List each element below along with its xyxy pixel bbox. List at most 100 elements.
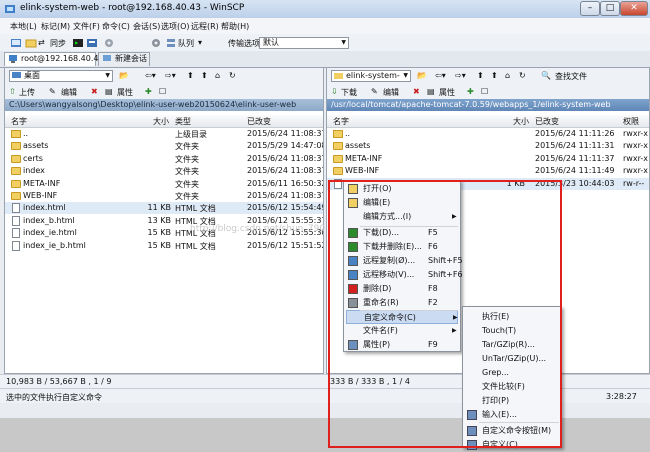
folder-open-icon[interactable]: 📂 — [417, 71, 427, 80]
edit-button[interactable]: 编辑 — [61, 87, 77, 98]
upload-button[interactable]: 上传 — [19, 87, 35, 98]
menu-file[interactable]: 文件(F) — [73, 21, 100, 32]
props-button[interactable]: 属性 — [439, 87, 455, 98]
select-icon[interactable]: ☐ — [159, 87, 166, 96]
root-dir-icon[interactable]: ⬆ — [491, 71, 498, 80]
menu-mark[interactable]: 标记(M) — [41, 21, 70, 32]
minimize-button[interactable]: – — [580, 1, 600, 16]
table-row[interactable]: assets 文件夹 2015/5/29 14:47:08 — [5, 140, 323, 152]
table-row[interactable]: certs 文件夹 2015/6/24 11:08:37 — [5, 153, 323, 165]
col-name[interactable]: 名字 — [333, 116, 349, 127]
menu-options[interactable]: 选项(O) — [161, 21, 190, 32]
context-menu-item[interactable]: 远程复制(Ø)... Shift+F5 — [346, 254, 463, 268]
delete-icon[interactable]: ✖ — [413, 87, 420, 96]
submenu-item[interactable]: 自定义(C)... — [465, 438, 559, 452]
queue-button[interactable]: 队列 — [178, 38, 194, 49]
table-row[interactable]: index.html 11 KB HTML 文档 2015/6/12 15:54:49 — [5, 202, 323, 215]
transfer-options-select[interactable]: 默认 ▼ — [259, 37, 349, 49]
menu-item-label: 重命名(R) — [363, 298, 399, 307]
download-button[interactable]: 下载 — [341, 87, 357, 98]
terminal-icon[interactable] — [72, 37, 84, 49]
table-row[interactable]: assets 2015/6/24 11:11:31 rwxr-x — [327, 140, 649, 152]
context-menu-item[interactable]: 远程移动(V)... Shift+F6 — [346, 268, 463, 282]
table-row[interactable]: .. 2015/6/24 11:11:26 rwxr-x — [327, 128, 649, 140]
settings-icon[interactable] — [103, 37, 115, 49]
parent-dir-icon[interactable]: ⬆ — [477, 71, 484, 80]
context-menu-item[interactable]: 打开(O) — [346, 182, 458, 196]
back-icon[interactable]: ⇦▾ — [435, 71, 446, 80]
context-menu-item[interactable]: 文件名(F) ▶ — [346, 324, 458, 338]
context-menu-item[interactable]: 重命名(R) F2 — [346, 296, 458, 310]
close-button[interactable]: ✕ — [620, 1, 648, 16]
find-files-button[interactable]: 查找文件 — [555, 71, 587, 82]
home-icon[interactable]: ⌂ — [215, 71, 220, 80]
submenu-item[interactable]: UnTar/GZip(U)... — [465, 352, 559, 366]
col-type[interactable]: 类型 — [175, 116, 191, 127]
tab-session-root[interactable]: root@192.168.40.43 — [4, 52, 104, 66]
forward-icon[interactable]: ⇨▾ — [165, 71, 176, 80]
properties-toolbar-icon[interactable]: ▤ — [105, 87, 113, 96]
context-menu-item[interactable]: 自定义命令(C) ▶ — [346, 310, 458, 324]
table-row[interactable]: index 文件夹 2015/6/24 11:08:37 — [5, 165, 323, 177]
home-icon[interactable]: ⌂ — [505, 71, 510, 80]
folder-open-icon[interactable]: 📂 — [119, 71, 129, 80]
col-permissions[interactable]: 权限 — [623, 116, 639, 127]
tab-new-session[interactable]: 新建会话 — [98, 52, 150, 66]
table-row[interactable]: META-INF 文件夹 2015/6/11 16:50:32 — [5, 178, 323, 190]
delete-icon[interactable]: ✖ — [91, 87, 98, 96]
table-row[interactable]: META-INF 2015/6/24 11:11:37 rwxr-x — [327, 153, 649, 165]
menu-local[interactable]: 本地(L) — [10, 21, 37, 32]
edit-file-icon[interactable]: ✎ — [49, 87, 56, 96]
maximize-button[interactable]: □ — [600, 1, 620, 16]
sync-button[interactable]: 同步 — [50, 38, 66, 49]
context-menu-item[interactable]: 删除(D) F8 — [346, 282, 458, 296]
edit-file-icon[interactable]: ✎ — [371, 87, 378, 96]
col-changed[interactable]: 已改变 — [247, 116, 271, 127]
select-icon[interactable]: ☐ — [481, 87, 488, 96]
table-row[interactable]: WEB-INF 2015/6/24 11:11:49 rwxr-x — [327, 165, 649, 177]
root-dir-icon[interactable]: ⬆ — [201, 71, 208, 80]
menu-command[interactable]: 命令(C) — [102, 21, 130, 32]
context-menu-item[interactable]: 属性(P) F9 — [346, 338, 458, 352]
col-changed[interactable]: 已改变 — [535, 116, 559, 127]
col-name[interactable]: 名字 — [11, 116, 27, 127]
submenu-item[interactable]: 打印(P) — [465, 394, 559, 408]
submenu-item[interactable]: Grep... — [465, 366, 559, 380]
menu-help[interactable]: 帮助(H) — [221, 21, 249, 32]
context-menu-item[interactable]: 下载并删除(E)... F6 — [346, 240, 458, 254]
context-menu-item[interactable]: 编辑方式...(I) ▶ — [346, 210, 458, 224]
refresh-icon[interactable]: ↻ — [519, 71, 526, 80]
forward-icon[interactable]: ⇨▾ — [455, 71, 466, 80]
compare-icon[interactable] — [86, 37, 98, 49]
context-menu-item[interactable]: 下载(D)... F5 — [346, 226, 458, 240]
menu-remote[interactable]: 远程(R) — [191, 21, 219, 32]
properties-toolbar-icon[interactable]: ▤ — [427, 87, 435, 96]
cell-size: 15 KB — [147, 228, 171, 238]
props-button[interactable]: 属性 — [117, 87, 133, 98]
remote-location-select[interactable]: elink-system- ▼ — [331, 70, 411, 82]
submenu-item[interactable]: 输入(E)... — [465, 408, 559, 422]
table-row[interactable]: index_ie_b.html 15 KB HTML 文档 2015/6/12 15:… — [5, 240, 323, 252]
edit-button[interactable]: 编辑 — [383, 87, 399, 98]
col-size[interactable]: 大小 — [513, 116, 529, 127]
submenu-item[interactable]: Touch(T) — [465, 324, 559, 338]
parent-dir-icon[interactable]: ⬆ — [187, 71, 194, 80]
submenu-item[interactable]: Tar/GZip(R)... — [465, 338, 559, 352]
menu-session[interactable]: 会话(S) — [133, 21, 160, 32]
new-folder-icon[interactable]: ✚ — [467, 87, 474, 96]
new-session-icon[interactable] — [10, 37, 22, 49]
refresh-icon[interactable]: ↻ — [229, 71, 236, 80]
table-row[interactable]: WEB-INF 文件夹 2015/6/24 11:08:37 — [5, 190, 323, 202]
local-location-select[interactable]: 桌面 ▼ — [9, 70, 113, 82]
context-menu-item[interactable]: 编辑(E) — [346, 196, 458, 210]
table-row[interactable]: .. 上级目录 2015/6/24 11:08:37 — [5, 128, 323, 140]
submenu-item[interactable]: 文件比较(F) — [465, 380, 559, 394]
folder-toolbar-icon[interactable] — [25, 37, 37, 49]
col-size[interactable]: 大小 — [153, 116, 169, 127]
new-folder-icon[interactable]: ✚ — [145, 87, 152, 96]
submenu-item[interactable]: 执行(E) — [465, 310, 559, 324]
preferences-icon[interactable] — [150, 37, 162, 49]
back-icon[interactable]: ⇦▾ — [145, 71, 156, 80]
submenu-item[interactable]: 自定义命令按钮(M) — [465, 424, 559, 438]
queue-dropdown-icon[interactable]: ▾ — [198, 38, 202, 47]
